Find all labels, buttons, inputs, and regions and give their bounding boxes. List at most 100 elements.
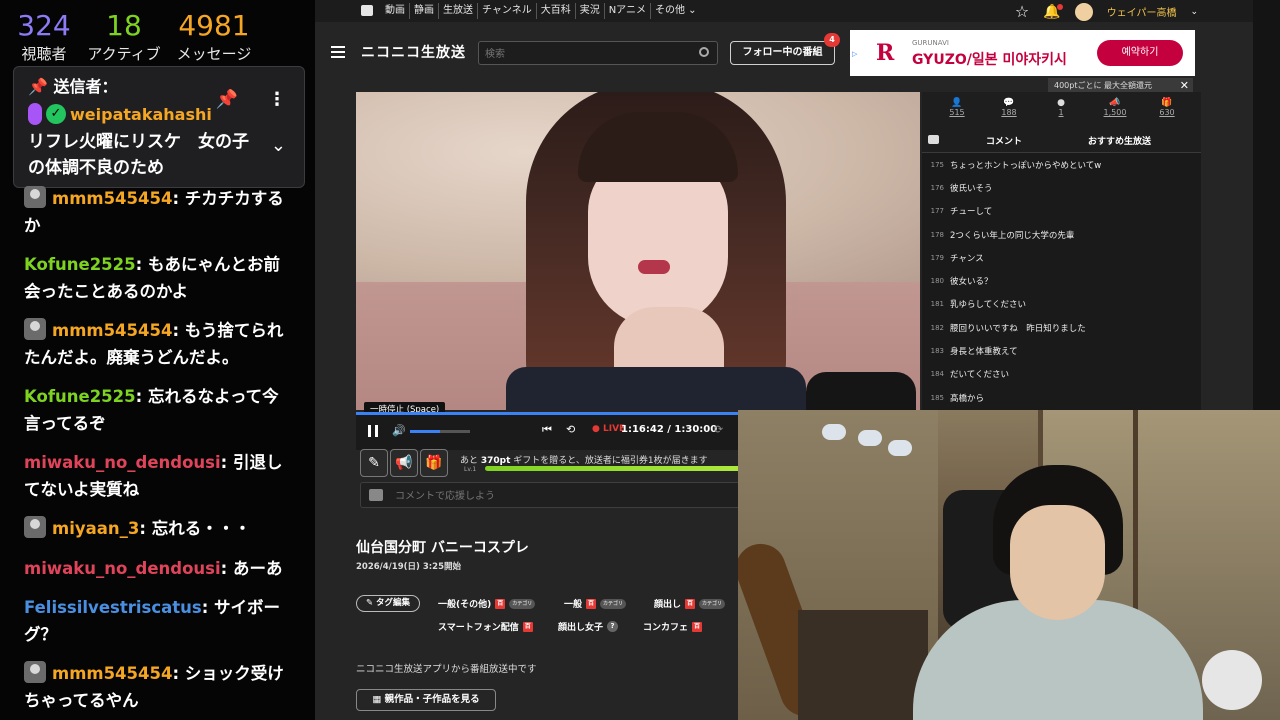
webcam-person-face bbox=[1010, 505, 1105, 620]
related-works-button[interactable]: ▦ 親作品・子作品を見る bbox=[356, 689, 496, 711]
chat-message: Felissilvestriscatus: サイボーグ？ bbox=[0, 595, 315, 648]
stat-value[interactable]: 630 bbox=[1142, 108, 1192, 117]
comment-text: 彼氏いそう bbox=[950, 183, 993, 194]
global-nav-bar: 動画 静画 生放送 チャンネル 大百科 実況 Nアニメ その他 ⌄ ☆ 🔔 ウェイパー高橋 ⌄ bbox=[315, 0, 1253, 22]
comment-number: 182 bbox=[930, 323, 944, 332]
stat-value[interactable]: 188 bbox=[984, 108, 1034, 117]
ad-reserve-button[interactable]: 예약하기 bbox=[1097, 40, 1183, 66]
star-icon[interactable]: ☆ bbox=[1015, 2, 1029, 21]
bell-icon[interactable]: 🔔 bbox=[1043, 3, 1064, 20]
comment-row[interactable]: 181 乳ゆらしてください bbox=[922, 293, 1201, 316]
menu-icon[interactable] bbox=[331, 46, 345, 58]
program-stat: 🎁 630 bbox=[1142, 98, 1192, 117]
ad-banner[interactable]: ▷ R GURUNAVI GYUZO/일본 미야자키시 예약하기 bbox=[850, 30, 1195, 76]
username[interactable]: ウェイパー高橋 bbox=[1107, 4, 1177, 19]
forward-icon[interactable]: ⟳ bbox=[714, 423, 723, 436]
category-badge: カテゴリ bbox=[699, 598, 726, 609]
help-icon[interactable]: ? bbox=[607, 621, 619, 632]
comment-row[interactable]: 178 2つくらい年上の同じ大学の先輩 bbox=[922, 223, 1201, 246]
tag-item[interactable]: スマートフォン配信百 bbox=[438, 620, 533, 633]
webcam-sticker bbox=[888, 440, 912, 456]
tag-dic-icon[interactable]: 百 bbox=[495, 598, 506, 609]
tag-dic-icon[interactable]: 百 bbox=[685, 598, 696, 609]
comment-row[interactable]: 185 髙橋から bbox=[922, 386, 1201, 409]
global-nav-item[interactable]: 動画 bbox=[381, 3, 410, 19]
chat-message: miwaku_no_dendousi: あーあ bbox=[0, 556, 315, 583]
viewers-label: 視聴者 bbox=[21, 45, 67, 63]
more-options-icon[interactable]: ⋮ bbox=[268, 89, 286, 110]
home-icon[interactable] bbox=[361, 5, 373, 16]
verified-icon: ✓ bbox=[46, 104, 66, 124]
comment-number: 181 bbox=[930, 300, 944, 309]
ad-title: GYUZO/일본 미야자키시 bbox=[912, 52, 1067, 68]
comment-row[interactable]: 184 だいてください bbox=[922, 363, 1201, 386]
program-stat: 💬 188 bbox=[984, 98, 1034, 117]
site-logo[interactable]: ニコニコ生放送 bbox=[361, 42, 466, 62]
category-badge: カテゴリ bbox=[600, 598, 627, 609]
global-nav-item[interactable]: 生放送 bbox=[439, 3, 478, 19]
tab-comments[interactable]: コメント bbox=[965, 134, 1043, 155]
comment-row[interactable]: 183 身長と体重教えて bbox=[922, 339, 1201, 362]
stat-value[interactable]: 515 bbox=[932, 108, 982, 117]
viewers-count: 324 bbox=[17, 9, 71, 42]
comment-row[interactable]: 182 腰回りいいですね 昨日知りました bbox=[922, 316, 1201, 339]
tag-dic-icon[interactable]: 百 bbox=[586, 598, 597, 609]
stat-value[interactable]: 1,500 bbox=[1090, 108, 1140, 117]
tag-item[interactable]: 一般(その他) 百カテゴリ bbox=[438, 597, 536, 610]
volume-slider-fill bbox=[410, 430, 440, 433]
chat-username: miyaan_3 bbox=[52, 519, 140, 538]
point-notice: 400ptごとに 最大全額還元 ✕ bbox=[1048, 78, 1193, 93]
tag-edit-button[interactable]: ✎ タグ編集 bbox=[356, 595, 420, 612]
global-nav-item[interactable]: 静画 bbox=[410, 3, 439, 19]
stat-value[interactable]: 1 bbox=[1036, 108, 1086, 117]
global-nav-item[interactable]: 実況 bbox=[576, 3, 605, 19]
rewind-icon[interactable]: ⟲ bbox=[566, 423, 575, 436]
pin-icon[interactable]: 📌 bbox=[216, 89, 238, 110]
skip-back-icon[interactable]: ⏮ bbox=[542, 423, 552, 437]
comment-row[interactable]: 179 チャンス bbox=[922, 246, 1201, 269]
chevron-down-icon[interactable]: ⌄ bbox=[1190, 7, 1198, 17]
comment-row[interactable]: 177 チューして bbox=[922, 200, 1201, 223]
tag-item[interactable]: 顔出し女子? bbox=[558, 620, 619, 633]
tag-item[interactable]: 一般百カテゴリ bbox=[564, 597, 627, 610]
global-nav-item[interactable]: その他 ⌄ bbox=[651, 3, 701, 19]
ad-info-icon[interactable]: ▷ bbox=[852, 50, 857, 58]
stream-screen: 324 視聴者 18 アクティブ 4981 メッセージ 📌 送信者： 📌 ⋮ ✓… bbox=[0, 0, 1280, 720]
avatar[interactable] bbox=[1074, 2, 1093, 21]
tools-icon[interactable]: ✎ bbox=[360, 449, 388, 477]
close-icon[interactable]: ✕ bbox=[1180, 78, 1189, 93]
video-player[interactable] bbox=[356, 92, 920, 410]
pinned-user: ✓ weipatakahashi bbox=[28, 103, 212, 125]
tag-item[interactable]: コンカフェ百 bbox=[643, 620, 703, 633]
comment-text: チャンス bbox=[950, 253, 984, 264]
comment-row[interactable]: 175 ちょっとホントっぽいからやめといてw bbox=[922, 153, 1201, 176]
comment-number: 177 bbox=[930, 207, 944, 216]
tag-item[interactable]: 顔出し百カテゴリ bbox=[654, 597, 726, 610]
messages-stat: 4981 メッセージ bbox=[172, 8, 256, 64]
comment-text: 身長と体重教えて bbox=[950, 347, 1018, 358]
tag-dic-icon[interactable]: 百 bbox=[692, 621, 703, 632]
pause-icon[interactable] bbox=[368, 425, 378, 437]
megaphone-icon[interactable]: 📢 bbox=[390, 449, 418, 477]
gift-points: 370pt bbox=[480, 456, 511, 466]
tag-dic-icon[interactable]: 百 bbox=[522, 621, 533, 632]
following-programs-button[interactable]: フォロー中の番組 4 bbox=[730, 33, 840, 65]
comment-number: 175 bbox=[930, 160, 944, 169]
gift-text-prefix: あと bbox=[460, 456, 481, 466]
chevron-down-icon[interactable]: ⌄ bbox=[271, 135, 286, 156]
comment-panel-icon[interactable] bbox=[928, 135, 939, 144]
global-nav-item[interactable]: 大百科 bbox=[537, 3, 576, 19]
volume-icon[interactable]: 🔊 bbox=[392, 424, 406, 437]
global-nav-item[interactable]: Nアニメ bbox=[605, 3, 651, 19]
stat-icon: 💬 bbox=[1003, 98, 1015, 108]
comment-row[interactable]: 180 彼女いる？ bbox=[922, 269, 1201, 292]
comment-row[interactable]: 176 彼氏いそう bbox=[922, 176, 1201, 199]
comment-input[interactable] bbox=[395, 487, 795, 505]
global-nav-item[interactable]: チャンネル bbox=[478, 3, 537, 19]
gift-icon[interactable]: 🎁 bbox=[420, 449, 448, 477]
tab-recommended[interactable]: おすすめ生放送 bbox=[1088, 134, 1151, 147]
search-input[interactable] bbox=[479, 43, 679, 66]
volume-slider[interactable] bbox=[410, 430, 470, 433]
search-icon[interactable] bbox=[699, 47, 709, 57]
webcam-feed bbox=[738, 410, 1280, 720]
